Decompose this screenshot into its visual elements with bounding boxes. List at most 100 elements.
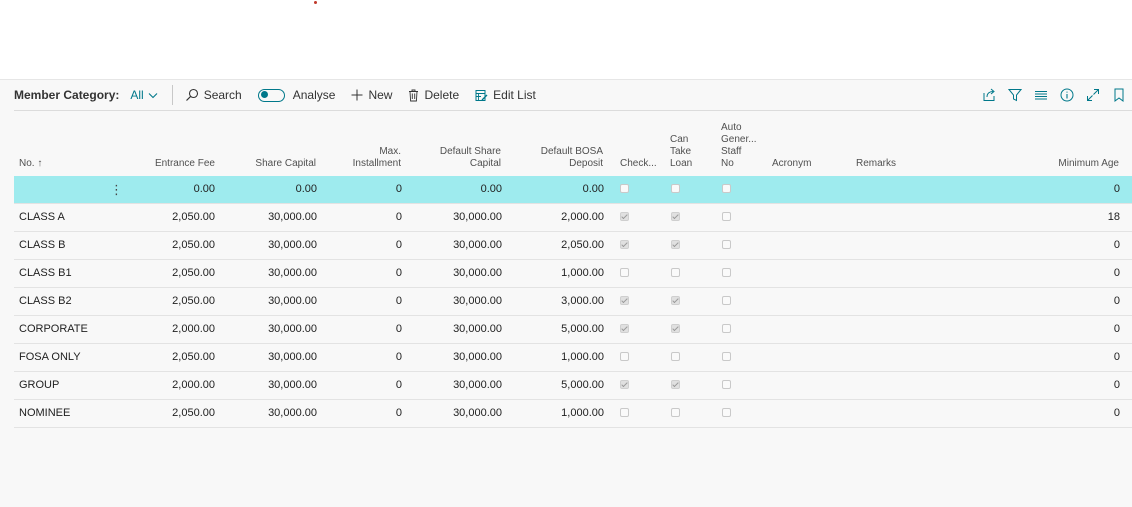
auto-generate-staff-no-checkbox[interactable] [722,184,731,193]
table-row[interactable]: CLASS A 2,050.00 30,000.00 0 30,000.00 2,000.… [14,204,1132,232]
check-checkbox[interactable] [620,240,629,249]
cell-minimum-age: 0 [1113,267,1120,279]
column-header-default-share-capital[interactable]: Default Share Capital [404,146,501,170]
can-take-loan-checkbox[interactable] [671,296,680,305]
auto-generate-staff-no-checkbox[interactable] [722,240,731,249]
page-title: Member Category: [14,88,120,102]
can-take-loan-checkbox[interactable] [671,268,680,277]
row-actions-icon[interactable]: ⋮ [110,176,123,203]
check-checkbox[interactable] [620,380,629,389]
cell-no[interactable]: CLASS B [19,232,109,259]
column-header-max-installment[interactable]: Max. Installment [318,146,401,170]
search-label: Search [203,88,242,102]
expand-icon [1087,89,1099,101]
check-checkbox[interactable] [620,184,629,193]
cell-no[interactable]: GROUP [19,372,109,399]
can-take-loan-checkbox[interactable] [671,352,680,361]
cell-minimum-age: 0 [1113,379,1120,391]
column-header-share-capital[interactable]: Share Capital [216,158,316,170]
cell-no[interactable]: FOSA ONLY [19,344,109,371]
cell-no[interactable]: CORPORATE [19,316,109,343]
can-take-loan-checkbox[interactable] [671,212,680,221]
toolbar-right-actions [981,87,1132,103]
cell-no[interactable]: NOMINEE [19,400,109,427]
can-take-loan-checkbox[interactable] [671,240,680,249]
analyse-toggle[interactable]: Analyse [257,88,335,102]
can-take-loan-checkbox[interactable] [671,184,680,193]
cell-no[interactable]: CLASS B2 [19,288,109,315]
column-header-default-bosa-deposit[interactable]: Default BOSA Deposit [504,146,603,170]
column-header-entrance-fee[interactable]: Entrance Fee [114,158,215,170]
cell-entrance-fee: 2,050.00 [172,267,215,279]
cell-minimum-age: 0 [1113,295,1120,307]
column-header-remarks[interactable]: Remarks [856,158,896,170]
column-header-auto-generate-staff-no[interactable]: Auto Gener... Staff No [721,122,757,170]
bookmark-button[interactable] [1111,87,1127,103]
search-icon [185,88,198,101]
list-view-button[interactable] [1033,87,1049,103]
column-header-can-take-loan[interactable]: Can Take Loan [670,134,692,170]
column-header-acronym[interactable]: Acronym [772,158,811,170]
view-filter-dropdown[interactable]: All [130,88,158,102]
can-take-loan-checkbox[interactable] [671,408,680,417]
grid-body: 0.00 0.00 0 0.00 0.00 0 ⋮ CLASS A 2,050.00 30,000… [14,176,1132,428]
check-checkbox[interactable] [620,268,629,277]
cell-minimum-age: 18 [1107,211,1120,223]
table-row[interactable]: CORPORATE 2,000.00 30,000.00 0 30,000.00 5,00… [14,316,1132,344]
auto-generate-staff-no-checkbox[interactable] [722,352,731,361]
table-row[interactable]: CLASS B1 2,050.00 30,000.00 0 30,000.00 1,000… [14,260,1132,288]
toolbar-divider [171,85,173,105]
table-row[interactable]: NOMINEE 2,050.00 30,000.00 0 30,000.00 1,000.… [14,400,1132,428]
info-button[interactable] [1059,87,1075,103]
column-header-check[interactable]: Check... [620,158,657,170]
delete-button[interactable]: Delete [408,88,459,102]
delete-label: Delete [424,88,460,102]
cell-entrance-fee: 2,050.00 [172,351,215,363]
chevron-down-icon [148,92,158,98]
grid-header: No. ↑ Entrance Fee Share Capital Max. Ins… [14,116,1132,176]
filter-button[interactable] [1007,87,1023,103]
table-row[interactable]: FOSA ONLY 2,050.00 30,000.00 0 30,000.00 1,00… [14,344,1132,372]
column-header-minimum-age[interactable]: Minimum Age [1014,158,1119,170]
new-button[interactable]: New [351,88,392,102]
cell-max-installment: 0 [395,351,402,363]
toggle-switch-icon[interactable] [257,88,285,102]
cell-default-bosa-deposit: 3,000.00 [561,295,604,307]
auto-generate-staff-no-checkbox[interactable] [722,380,731,389]
check-checkbox[interactable] [620,296,629,305]
table-row[interactable]: 0.00 0.00 0 0.00 0.00 0 ⋮ [14,176,1132,204]
cell-share-capital: 30,000.00 [268,407,317,419]
auto-generate-staff-no-checkbox[interactable] [722,212,731,221]
search-button[interactable]: Search [185,88,242,102]
column-header-no[interactable]: No. ↑ [19,158,42,170]
cell-entrance-fee: 2,050.00 [172,211,215,223]
table-row[interactable]: GROUP 2,000.00 30,000.00 0 30,000.00 5,000.00… [14,372,1132,400]
toolbar-rule [14,110,1132,111]
share-button[interactable] [981,87,997,103]
cell-entrance-fee: 2,000.00 [172,379,215,391]
auto-generate-staff-no-checkbox[interactable] [722,408,731,417]
cell-no[interactable]: CLASS B1 [19,260,109,287]
check-checkbox[interactable] [620,324,629,333]
expand-button[interactable] [1085,87,1101,103]
cell-share-capital: 30,000.00 [268,239,317,251]
table-row[interactable]: CLASS B2 2,050.00 30,000.00 0 30,000.00 3,000… [14,288,1132,316]
can-take-loan-checkbox[interactable] [671,324,680,333]
cell-entrance-fee: 2,050.00 [172,407,215,419]
check-checkbox[interactable] [620,212,629,221]
top-banner [0,0,1132,80]
cell-max-installment: 0 [395,183,402,195]
auto-generate-staff-no-checkbox[interactable] [722,324,731,333]
filter-icon [1008,89,1022,102]
cell-share-capital: 30,000.00 [268,323,317,335]
check-checkbox[interactable] [620,352,629,361]
data-grid: No. ↑ Entrance Fee Share Capital Max. Ins… [14,116,1132,428]
cell-no[interactable]: CLASS A [19,204,109,231]
edit-list-button[interactable]: Edit List [475,88,536,102]
auto-generate-staff-no-checkbox[interactable] [722,268,731,277]
can-take-loan-checkbox[interactable] [671,380,680,389]
table-row[interactable]: CLASS B 2,050.00 30,000.00 0 30,000.00 2,050.… [14,232,1132,260]
cell-share-capital: 30,000.00 [268,295,317,307]
auto-generate-staff-no-checkbox[interactable] [722,296,731,305]
check-checkbox[interactable] [620,408,629,417]
